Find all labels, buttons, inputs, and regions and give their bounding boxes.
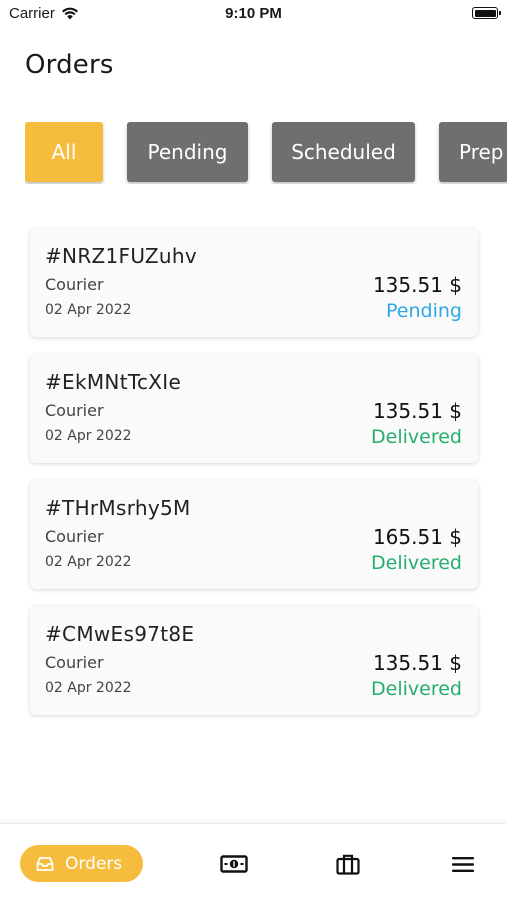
- nav-briefcase-button[interactable]: [334, 852, 362, 876]
- order-type: Courier: [45, 527, 104, 546]
- page-title: Orders: [25, 50, 114, 80]
- order-id: #EkMNtTcXIe: [45, 370, 182, 394]
- money-icon: [220, 855, 248, 873]
- status-bar: Carrier 9:10 PM: [0, 0, 507, 28]
- order-status: Delivered: [371, 552, 462, 574]
- menu-icon: [452, 856, 474, 872]
- order-price: 135.51 $: [372, 399, 462, 423]
- clock: 9:10 PM: [225, 5, 282, 22]
- order-card[interactable]: #THrMsrhy5M Courier 02 Apr 2022 165.51 $…: [30, 480, 478, 589]
- order-type: Courier: [45, 653, 104, 672]
- nav-orders-label: Orders: [65, 853, 123, 874]
- order-card[interactable]: #NRZ1FUZuhv Courier 02 Apr 2022 135.51 $…: [30, 228, 478, 337]
- order-status: Delivered: [371, 426, 462, 448]
- briefcase-icon: [336, 854, 360, 875]
- order-date: 02 Apr 2022: [45, 302, 132, 318]
- order-id: #NRZ1FUZuhv: [45, 244, 198, 268]
- order-type: Courier: [45, 401, 104, 420]
- bottom-nav: Orders: [0, 823, 507, 901]
- order-id: #THrMsrhy5M: [45, 496, 191, 520]
- order-date: 02 Apr 2022: [45, 554, 132, 570]
- tab-scheduled[interactable]: Scheduled: [272, 122, 415, 182]
- order-type: Courier: [45, 275, 104, 294]
- inbox-icon: [36, 856, 54, 871]
- nav-orders-button[interactable]: Orders: [20, 845, 143, 882]
- battery-icon: [472, 7, 501, 19]
- tab-prep[interactable]: Prep: [439, 122, 507, 182]
- status-filter-tabs: All Pending Scheduled Prep: [25, 122, 507, 184]
- order-date: 02 Apr 2022: [45, 680, 132, 696]
- order-price: 165.51 $: [372, 525, 462, 549]
- order-price: 135.51 $: [372, 273, 462, 297]
- nav-payments-button[interactable]: [220, 852, 248, 876]
- order-date: 02 Apr 2022: [45, 428, 132, 444]
- order-status: Pending: [386, 300, 462, 322]
- tab-all[interactable]: All: [25, 122, 103, 182]
- order-id: #CMwEs97t8E: [45, 622, 195, 646]
- order-card[interactable]: #CMwEs97t8E Courier 02 Apr 2022 135.51 $…: [30, 606, 478, 715]
- order-price: 135.51 $: [372, 651, 462, 675]
- tab-pending[interactable]: Pending: [127, 122, 248, 182]
- order-list: #NRZ1FUZuhv Courier 02 Apr 2022 135.51 $…: [30, 228, 478, 732]
- nav-menu-button[interactable]: [449, 852, 477, 876]
- order-status: Delivered: [371, 678, 462, 700]
- order-card[interactable]: #EkMNtTcXIe Courier 02 Apr 2022 135.51 $…: [30, 354, 478, 463]
